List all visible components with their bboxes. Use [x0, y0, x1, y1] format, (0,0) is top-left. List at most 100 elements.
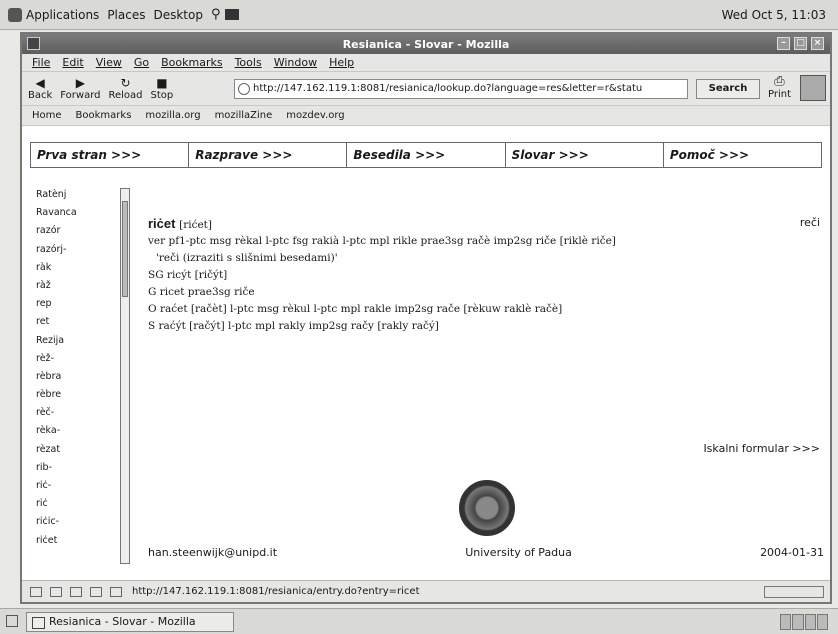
bookmark-home[interactable]: Home: [32, 110, 62, 121]
address-book-icon[interactable]: [90, 586, 102, 597]
mail-icon[interactable]: [50, 586, 62, 597]
reload-button[interactable]: ↻ Reload: [109, 76, 143, 101]
entry-line: G ricet prae3sg riče: [148, 286, 255, 298]
clock[interactable]: Wed Oct 5, 11:03: [722, 8, 826, 22]
search-label: Search: [708, 83, 748, 94]
forward-arrow-icon: ▶: [75, 76, 85, 90]
minimize-icon[interactable]: –: [777, 37, 790, 50]
list-item[interactable]: rèč-: [30, 404, 124, 422]
site-navigation: Prva stran >>> Razprave >>> Besedila >>>…: [30, 142, 822, 168]
list-item[interactable]: riċ: [30, 495, 124, 513]
terminal-icon[interactable]: [224, 9, 239, 20]
list-item[interactable]: Ravanca: [30, 204, 124, 222]
menu-file[interactable]: File: [32, 56, 50, 69]
bookmark-mozdev-org[interactable]: mozdev.org: [286, 110, 344, 121]
chat-icon[interactable]: [110, 586, 122, 597]
back-label: Back: [28, 90, 53, 101]
bookmark-mozillazine[interactable]: mozillaZine: [215, 110, 273, 121]
entry-line: ver pf1-ptc msg rèkal l-ptc fsg rakià l-…: [148, 235, 616, 247]
show-desktop-icon[interactable]: [6, 615, 18, 627]
back-arrow-icon: ◀: [35, 76, 45, 90]
search-form-link[interactable]: Iskalni formular >>>: [703, 442, 820, 455]
organization-name: University of Padua: [465, 546, 572, 559]
menu-view[interactable]: View: [96, 56, 122, 69]
gnome-foot-icon: [8, 7, 22, 22]
applications-label: Applications: [26, 7, 100, 22]
desktop-menu[interactable]: Desktop ⚲: [153, 7, 239, 22]
search-button[interactable]: Search: [696, 79, 760, 99]
mozilla-throbber-icon[interactable]: [800, 75, 826, 101]
tab-prva-stran[interactable]: Prva stran >>>: [31, 143, 190, 167]
list-item[interactable]: rep: [30, 295, 124, 313]
entry-gloss: 'reči (izraziti s slišnimi besedami)': [156, 252, 338, 264]
places-label: Places: [107, 7, 146, 22]
list-item[interactable]: rèbre: [30, 386, 124, 404]
tab-razprave[interactable]: Razprave >>>: [189, 143, 348, 167]
taskbar-window-button[interactable]: Resianica - Slovar - Mozilla: [26, 611, 234, 632]
list-item[interactable]: razór: [30, 222, 124, 240]
status-bar: http://147.162.119.1:8081/resianica/entr…: [22, 580, 830, 602]
workspace-3[interactable]: [804, 614, 816, 630]
list-item[interactable]: ràž: [30, 277, 124, 295]
tab-besedila[interactable]: Besedila >>>: [347, 143, 506, 167]
status-text: http://147.162.119.1:8081/resianica/entr…: [132, 586, 420, 597]
url-text: http://147.162.119.1:8081/resianica/look…: [253, 83, 643, 94]
entry-headword-line: riċet [rićet]: [148, 216, 748, 231]
browser-window: Resianica - Slovar - Mozilla – □ × File …: [20, 32, 832, 604]
list-item[interactable]: Ratènj: [30, 186, 124, 204]
entry-line: O raćet [račèt] l-ptc msg rèkul l-ptc mp…: [148, 303, 563, 315]
composer-icon[interactable]: [70, 586, 82, 597]
workspace-switcher[interactable]: [780, 614, 828, 630]
print-button[interactable]: ⎙ Print: [768, 74, 791, 100]
list-item[interactable]: rèž-: [30, 350, 124, 368]
menu-go[interactable]: Go: [134, 56, 149, 69]
tab-pomoc[interactable]: Pomoč >>>: [664, 143, 821, 167]
navigator-icon[interactable]: [30, 586, 42, 597]
list-item[interactable]: rèzat: [30, 441, 124, 459]
menu-bookmarks[interactable]: Bookmarks: [161, 56, 222, 69]
page-icon: [238, 83, 250, 95]
list-item[interactable]: rèka-: [30, 422, 124, 440]
menu-edit[interactable]: Edit: [62, 56, 83, 69]
bookmark-mozilla-org[interactable]: mozilla.org: [145, 110, 200, 121]
menubar: File Edit View Go Bookmarks Tools Window…: [22, 54, 830, 72]
workspace-2[interactable]: [792, 614, 804, 630]
window-titlebar[interactable]: Resianica - Slovar - Mozilla – □ ×: [22, 34, 830, 54]
forward-button[interactable]: ▶ Forward: [60, 76, 100, 101]
list-item[interactable]: rib-: [30, 459, 124, 477]
menu-help[interactable]: Help: [329, 56, 354, 69]
bottom-panel: Resianica - Slovar - Mozilla: [0, 608, 838, 634]
navigation-toolbar: ◀ Back ▶ Forward ↻ Reload ■ Stop http://…: [22, 72, 830, 106]
list-item[interactable]: riċ-: [30, 477, 124, 495]
scrollbar-thumb[interactable]: [122, 201, 128, 297]
menu-tools[interactable]: Tools: [235, 56, 262, 69]
related-entry-link[interactable]: reči: [800, 216, 820, 229]
list-item[interactable]: ràk: [30, 259, 124, 277]
last-updated-date: 2004-01-31: [760, 546, 824, 559]
list-item[interactable]: razórj-: [30, 241, 124, 259]
forward-label: Forward: [60, 90, 101, 101]
url-input[interactable]: http://147.162.119.1:8081/resianica/look…: [234, 79, 688, 99]
word-list-scrollbar[interactable]: [120, 188, 130, 564]
back-button[interactable]: ◀ Back: [28, 76, 52, 101]
workspace-4[interactable]: [816, 614, 828, 630]
tab-slovar[interactable]: Slovar >>>: [506, 143, 664, 167]
list-item[interactable]: riċet: [30, 532, 124, 550]
bookmarks-toolbar: Home Bookmarks mozilla.org mozillaZine m…: [22, 106, 830, 126]
security-status-icon[interactable]: [764, 586, 824, 598]
places-menu[interactable]: Places: [107, 8, 145, 22]
contact-email[interactable]: han.steenwijk@unipd.it: [148, 546, 277, 559]
menu-window[interactable]: Window: [274, 56, 317, 69]
workspace-1[interactable]: [780, 614, 792, 630]
list-item[interactable]: riċic-: [30, 513, 124, 531]
applications-menu[interactable]: Applications: [8, 7, 100, 22]
maximize-icon[interactable]: □: [794, 37, 807, 50]
search-icon[interactable]: ⚲: [211, 7, 221, 22]
list-item[interactable]: Rezija: [30, 332, 124, 350]
window-menu-icon[interactable]: [27, 37, 40, 50]
close-icon[interactable]: ×: [811, 37, 824, 50]
list-item[interactable]: rèbra: [30, 368, 124, 386]
stop-button[interactable]: ■ Stop: [151, 76, 174, 101]
list-item[interactable]: ret: [30, 313, 124, 331]
bookmark-bookmarks[interactable]: Bookmarks: [76, 110, 132, 121]
